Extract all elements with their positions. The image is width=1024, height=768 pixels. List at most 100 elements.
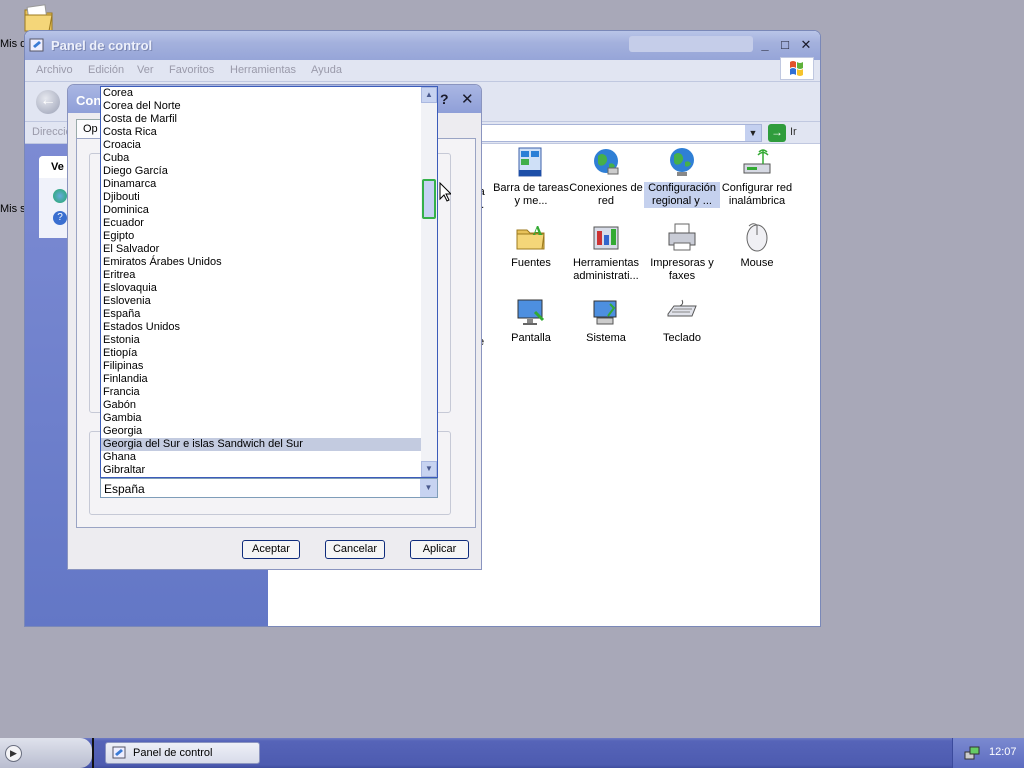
dialog-title: Con [76,93,102,108]
system-tray: 12:07 [952,738,1024,768]
country-list-item[interactable]: Diego García [101,165,422,178]
cp-item-mouse[interactable]: Mouse [719,221,795,270]
dialog-close-button[interactable]: ✕ [461,90,474,108]
cp-item-printers[interactable]: Impresoras y faxes [644,221,720,283]
country-selected-value: España [104,482,145,496]
country-list-item[interactable]: Finlandia [101,373,422,386]
cp-item-admin-tools[interactable]: Herramientas administrati... [568,221,644,283]
address-label: Direcció [32,126,72,138]
scroll-down-icon[interactable]: ▼ [421,461,437,477]
help-button[interactable]: ? [440,91,449,107]
window-titlebar[interactable]: Panel de control _ □ ✕ [25,31,820,60]
minimize-button[interactable]: _ [756,37,774,53]
menu-ver[interactable]: Ver [137,64,154,76]
network-status-icon[interactable] [964,746,980,760]
apply-button[interactable]: Aplicar [410,540,469,559]
cp-item-system[interactable]: Sistema [568,296,644,345]
country-list-item[interactable]: Emiratos Árabes Unidos [101,256,422,269]
country-list-item[interactable]: Cuba [101,152,422,165]
cp-item-network[interactable]: Conexiones de red [568,146,644,208]
menu-edicion[interactable]: Edición [88,64,124,76]
country-list-item[interactable]: Costa Rica [101,126,422,139]
wireless-icon [741,146,773,178]
system-icon [590,296,622,328]
go-label[interactable]: Ir [790,126,797,138]
clock[interactable]: 12:07 [989,746,1017,758]
country-list-item[interactable]: Eslovenia [101,295,422,308]
cp-item-regional[interactable]: Configuración regional y ... [644,146,720,208]
printer-icon [666,221,698,253]
country-combobox[interactable]: España ▼ [100,478,438,498]
address-field[interactable]: ▼ [480,124,762,142]
cp-item-wireless[interactable]: Configurar red inalámbrica [719,146,795,208]
taskbar-item-control-panel[interactable]: Panel de control [105,742,260,764]
country-list-item[interactable]: Gabón [101,399,422,412]
desktop-icon-label-documents[interactable]: Mis d [0,38,26,50]
country-list-item[interactable]: Dominica [101,204,422,217]
title-bar-field [629,36,753,52]
country-list-item[interactable]: Gambia [101,412,422,425]
scroll-thumb[interactable] [422,179,436,219]
go-arrow-icon[interactable]: → [768,124,786,142]
cp-item-label: Fuentes [511,257,551,269]
desktop-icon-label-sites[interactable]: Mis s [0,203,26,215]
country-list-item[interactable]: Dinamarca [101,178,422,191]
country-list-item[interactable]: Eritrea [101,269,422,282]
display-icon [515,296,547,328]
country-list-item[interactable]: Corea [101,87,422,100]
quick-launch-separator [92,738,94,768]
mouse-icon [741,221,773,253]
country-list-item[interactable]: Costa de Marfil [101,113,422,126]
taskbar: ▶ Panel de control 12:07 [0,738,1024,768]
cp-item-taskbar[interactable]: Barra de tareas y me... [493,146,569,208]
network-globe-icon [590,146,622,178]
country-list-item[interactable]: Estados Unidos [101,321,422,334]
menu-ayuda[interactable]: Ayuda [311,64,342,76]
start-button[interactable]: ▶ [0,738,92,768]
menu-favoritos[interactable]: Favoritos [169,64,214,76]
country-list-item[interactable]: El Salvador [101,243,422,256]
country-list-item[interactable]: Egipto [101,230,422,243]
country-list-item[interactable]: Estonia [101,334,422,347]
window-title: Panel de control [51,38,153,53]
country-list-item[interactable]: Ecuador [101,217,422,230]
list-scrollbar[interactable]: ▲ ▼ [421,87,437,477]
cp-item-display[interactable]: Pantalla [493,296,569,345]
country-list-item[interactable]: Etiopía [101,347,422,360]
close-button[interactable]: ✕ [797,37,815,53]
country-list-item[interactable]: Georgia del Sur e islas Sandwich del Sur [101,438,422,451]
svg-text:A: A [532,224,543,238]
menu-herramientas[interactable]: Herramientas [230,64,296,76]
chevron-down-icon[interactable]: ▼ [745,125,761,141]
country-list-item[interactable]: Filipinas [101,360,422,373]
cp-item-keyboard[interactable]: Teclado [644,296,720,345]
country-list-item[interactable]: Ghana [101,451,422,464]
chevron-down-icon[interactable]: ▼ [420,479,437,497]
start-arrow-icon: ▶ [5,745,22,762]
windows-update-icon[interactable] [53,189,67,203]
country-list-item[interactable]: Georgia [101,425,422,438]
country-list-item[interactable]: Gibraltar [101,464,422,477]
taskbar-item-label: Panel de control [133,747,213,759]
ok-button[interactable]: Aceptar [242,540,300,559]
maximize-button[interactable]: □ [776,37,794,53]
menu-archivo[interactable]: Archivo [36,64,73,76]
country-list-item[interactable]: Croacia [101,139,422,152]
cp-item-label: Configuración regional y ... [644,182,720,208]
admin-tools-icon [590,221,622,253]
cp-item-label: Mouse [740,257,774,269]
taskbar-icon [515,146,547,178]
country-list-items: Corea Corea del Norte Costa de Marfil Costa… [101,87,422,477]
help-icon[interactable]: ? [53,211,67,225]
country-list-item[interactable]: Corea del Norte [101,100,422,113]
country-dropdown-list[interactable]: Corea Corea del Norte Costa de Marfil Costa… [100,86,438,478]
country-list-item[interactable]: España [101,308,422,321]
country-list-item[interactable]: Eslovaquia [101,282,422,295]
cancel-button[interactable]: Cancelar [325,540,385,559]
cp-item-fonts[interactable]: A Fuentes [493,221,569,270]
back-arrow-icon[interactable]: ← [36,90,60,114]
country-list-item[interactable]: Djibouti [101,191,422,204]
scroll-up-icon[interactable]: ▲ [421,87,437,103]
country-list-item[interactable]: Francia [101,386,422,399]
cp-item-label: Impresoras y faxes [650,257,714,282]
